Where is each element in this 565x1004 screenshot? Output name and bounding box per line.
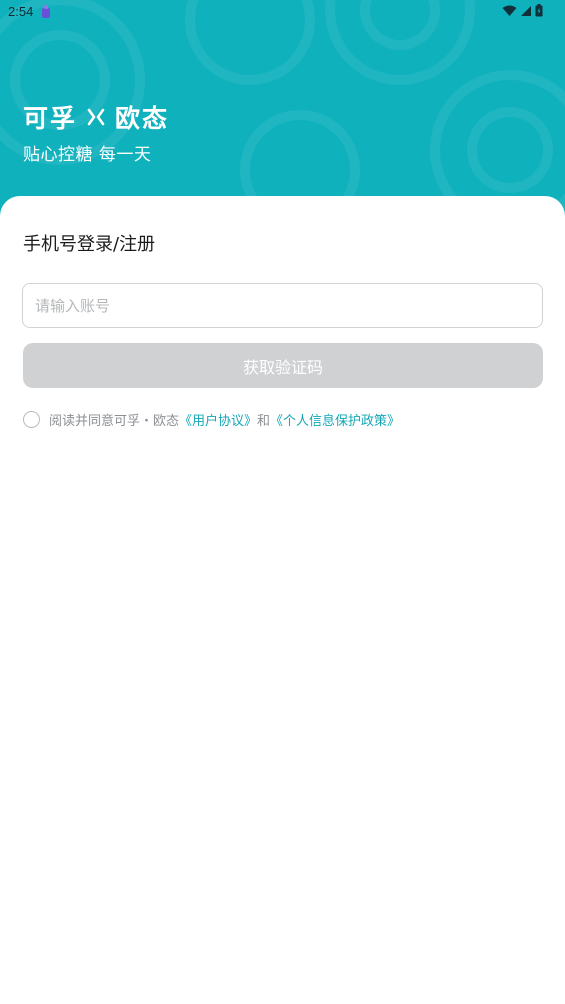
get-verification-code-button[interactable]: 获取验证码 (23, 343, 543, 388)
brand-name-kefu: 可孚 (23, 104, 78, 133)
app-notification-icon (42, 5, 50, 18)
battery-icon (535, 4, 543, 17)
agreement-checkbox[interactable] (23, 411, 40, 428)
cross-x-icon (87, 108, 105, 126)
brand-slogan: 贴心控糖 每一天 (23, 145, 152, 165)
status-bar: 2:54 (0, 0, 565, 24)
agreement-prefix-text: 阅读并同意可孚・欧态 (49, 414, 180, 429)
login-card: 手机号登录/注册 获取验证码 阅读并同意可孚・欧态 《用户协议》 和 《个人信息… (0, 196, 565, 1004)
wifi-icon (502, 5, 517, 16)
agreement-row: 阅读并同意可孚・欧态 《用户协议》 和 《个人信息保护政策》 (23, 410, 400, 429)
agreement-conjunction: 和 (257, 414, 271, 429)
account-input[interactable] (22, 283, 543, 328)
form-title: 手机号登录/注册 (23, 234, 156, 255)
brand-logo: 可孚 欧态 (23, 100, 169, 134)
brand-name-outai: 欧态 (115, 104, 170, 133)
user-agreement-link[interactable]: 《用户协议》 (179, 410, 257, 429)
cellular-signal-icon (521, 5, 531, 16)
status-time: 2:54 (8, 4, 34, 19)
privacy-policy-link[interactable]: 《个人信息保护政策》 (270, 410, 400, 429)
status-icons (502, 4, 543, 17)
brand-block: 可孚 欧态 贴心控糖 每一天 (23, 100, 169, 165)
